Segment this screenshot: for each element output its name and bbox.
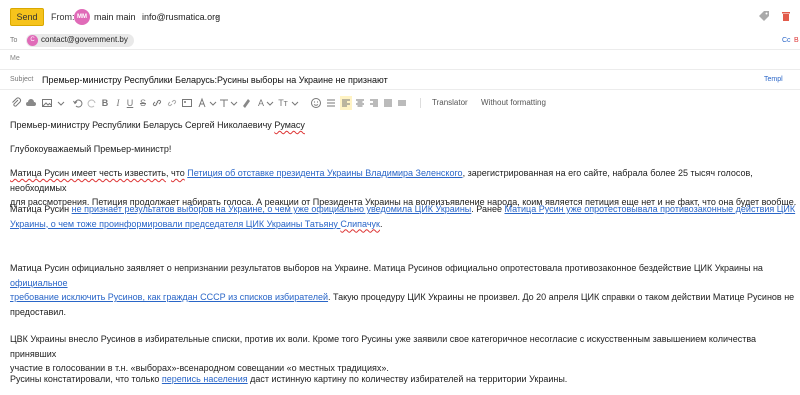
petition-link[interactable]: Петиция об отставке президента Украины В… — [187, 168, 462, 178]
highlight-icon[interactable] — [240, 96, 252, 110]
p3-text: предоставил. — [10, 306, 67, 317]
font-family-icon[interactable]: A — [256, 96, 266, 110]
undo-icon[interactable] — [72, 96, 84, 110]
formatting-toolbar: B I U S A Tт Translator Without formatti… — [0, 96, 800, 110]
body-paragraph-2: Матица Русин не признает результатов выб… — [10, 202, 798, 231]
avatar: MM — [74, 9, 90, 25]
p3-text: . Такую процедуру ЦИК Украины не произве… — [328, 292, 795, 302]
templates-link[interactable]: Templ — [764, 76, 783, 83]
chevron-down-icon[interactable] — [230, 96, 238, 110]
to-label: To — [10, 37, 18, 44]
subject-input[interactable]: Премьер-министру Республики Беларусь:Рус… — [42, 75, 388, 85]
toolbar-separator — [420, 98, 421, 108]
body-paragraph-5: Русины констатировали, что только перепи… — [10, 372, 798, 387]
link-icon[interactable] — [151, 96, 163, 110]
recipient-email: contact@government.by — [41, 35, 128, 44]
underline-icon[interactable]: U — [125, 96, 135, 110]
p1-text: Матица Русин имеет честь известить — [10, 168, 166, 178]
divider — [0, 69, 800, 70]
cc-link[interactable]: Cc — [782, 37, 791, 44]
from-name[interactable]: main main — [94, 12, 136, 22]
from-email[interactable]: info@rusmatica.org — [142, 12, 220, 22]
tag-icon[interactable] — [758, 10, 770, 22]
to-row: To C contact@government.by Cc B — [0, 34, 800, 48]
cloud-icon[interactable] — [25, 96, 37, 110]
picture-icon[interactable] — [181, 96, 193, 110]
p3-text: Матица Русин официально заявляет о непри… — [10, 263, 763, 273]
me-label: Me — [10, 55, 20, 62]
redo-icon[interactable] — [86, 96, 98, 110]
body-greeting: Глубокоуважаемый Премьер-министр! — [10, 144, 172, 154]
official-link[interactable]: официальное — [10, 278, 68, 288]
subject-label: Subject — [10, 76, 34, 83]
paperclip-icon[interactable] — [10, 96, 22, 110]
recipient-avatar: C — [27, 35, 38, 46]
p5-text: Русины констатировали, что только — [10, 374, 162, 384]
salutation-text: Премьер-министру Республики Беларусь Сер… — [10, 120, 275, 130]
from-label: From: — [51, 12, 75, 22]
text-style-icon[interactable]: Tт — [276, 96, 290, 110]
font-size-icon[interactable] — [218, 96, 230, 110]
p4-text: ЦВК Украины внесло Русинов в избирательн… — [10, 334, 757, 359]
translator-button[interactable]: Translator — [432, 96, 468, 110]
unlink-icon[interactable] — [166, 96, 178, 110]
bold-icon[interactable]: B — [100, 96, 110, 110]
more-icon[interactable] — [396, 96, 408, 110]
p1-text: что — [171, 168, 185, 178]
p5-text: даст истинную картину по количеству изби… — [247, 374, 568, 384]
compose-header: Send From: MM main main info@rusmatica.o… — [0, 0, 800, 34]
protest-link[interactable]: Матица Русин уже опротестовывала противо… — [504, 204, 795, 214]
align-center-icon[interactable] — [354, 96, 366, 110]
strikethrough-icon[interactable]: S — [138, 96, 148, 110]
p2-text: . Ранее — [471, 204, 505, 214]
italic-icon[interactable]: I — [113, 96, 123, 110]
chevron-down-icon[interactable]: ⌄ — [214, 11, 221, 20]
recipient-chip[interactable]: C contact@government.by — [26, 34, 134, 47]
p2-text: Матица Русин — [10, 204, 72, 214]
protest-link[interactable]: Украины, о чем тоже проинформировали пре… — [10, 219, 340, 229]
divider — [0, 49, 800, 50]
body-paragraph-3: Матица Русин официально заявляет о непри… — [10, 261, 798, 319]
divider — [0, 89, 800, 90]
send-button[interactable]: Send — [10, 8, 44, 26]
body-paragraph-4: ЦВК Украины внесло Русинов в избирательн… — [10, 332, 798, 376]
align-justify-icon[interactable] — [382, 96, 394, 110]
official-link[interactable]: требование исключить Русинов, как гражда… — [10, 292, 328, 302]
trash-icon[interactable] — [780, 10, 792, 22]
list-icon[interactable] — [325, 96, 337, 110]
image-icon[interactable] — [41, 96, 53, 110]
dropdown-icon[interactable] — [56, 96, 66, 110]
emoji-icon[interactable] — [310, 96, 322, 110]
bcc-link[interactable]: B — [794, 37, 799, 44]
without-formatting-button[interactable]: Without formatting — [481, 96, 546, 110]
p2-text: . — [379, 218, 383, 229]
census-link[interactable]: перепись населения — [162, 374, 248, 384]
text-color-icon[interactable] — [196, 96, 208, 110]
salutation-name: Румасу — [274, 120, 305, 130]
protest-link[interactable]: Слипачук — [340, 219, 380, 229]
body-salutation: Премьер-министру Республики Беларусь Сер… — [10, 118, 798, 133]
align-right-icon[interactable] — [368, 96, 380, 110]
election-link[interactable]: не признает результатов выборов на Украи… — [72, 204, 472, 214]
chevron-down-icon[interactable] — [266, 96, 274, 110]
chevron-down-icon[interactable] — [209, 96, 217, 110]
align-left-icon[interactable] — [340, 96, 352, 110]
chevron-down-icon[interactable] — [291, 96, 299, 110]
